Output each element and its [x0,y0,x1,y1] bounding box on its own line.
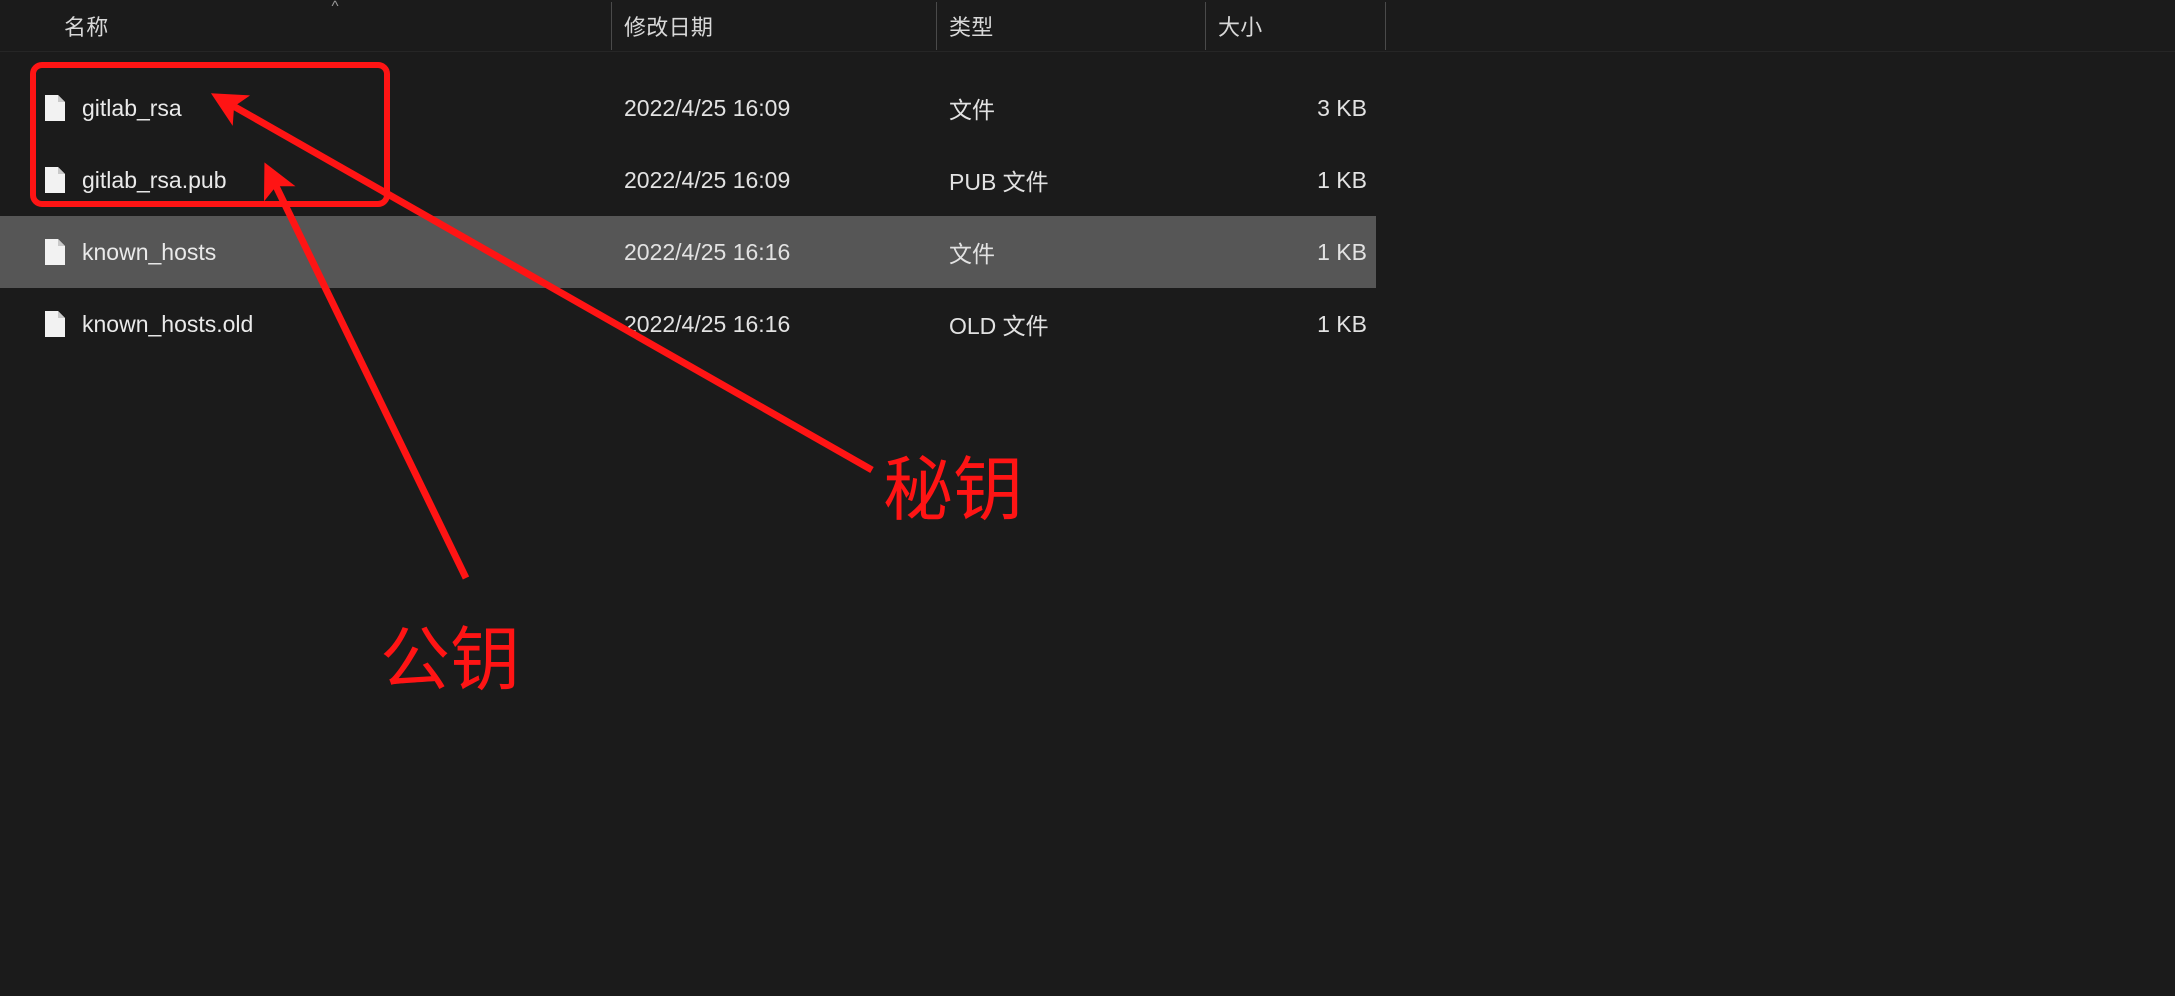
table-row[interactable]: gitlab_rsa 2022/4/25 16:09 文件 3 KB [0,72,1376,144]
column-header-name[interactable]: 名称 [0,0,611,52]
file-size-cell: 3 KB [1205,72,1385,144]
file-date-label: 2022/4/25 16:16 [624,238,791,265]
column-divider-2[interactable] [936,2,937,50]
annotation-label-public-key: 公钥 [380,619,520,701]
annotation-label-private-key: 秘钥 [883,449,1023,531]
file-size-cell: 1 KB [1205,288,1385,360]
file-type-cell: 文件 [936,216,1205,288]
column-header-type[interactable]: 类型 [936,0,1205,52]
file-size-label: 1 KB [1317,166,1367,193]
file-date-cell: 2022/4/25 16:09 [611,72,936,144]
file-size-label: 3 KB [1317,94,1367,121]
file-name-cell[interactable]: gitlab_rsa [0,72,611,144]
file-icon [45,239,65,265]
file-name-cell[interactable]: gitlab_rsa.pub [0,144,611,216]
file-type-cell: PUB 文件 [936,144,1205,216]
column-header-bar: 名称 ^ 修改日期 类型 大小 [0,0,2175,52]
table-row[interactable]: known_hosts 2022/4/25 16:16 文件 1 KB [0,216,1376,288]
file-icon [45,167,65,193]
file-icon [45,95,65,121]
file-name-cell[interactable]: known_hosts [0,216,611,288]
file-type-cell: OLD 文件 [936,288,1205,360]
column-header-size[interactable]: 大小 [1205,0,1385,52]
file-name-label: gitlab_rsa [82,94,182,121]
file-date-label: 2022/4/25 16:16 [624,310,791,337]
file-size-cell: 1 KB [1205,216,1385,288]
column-header-date-modified-label: 修改日期 [624,15,714,40]
file-date-label: 2022/4/25 16:09 [624,166,791,193]
column-divider-4[interactable] [1385,2,1386,50]
column-header-name-label: 名称 [64,15,109,40]
header-separator-line [0,51,2175,52]
column-divider-1[interactable] [611,2,612,50]
file-size-label: 1 KB [1317,310,1367,337]
file-type-label: OLD 文件 [949,313,1049,339]
file-name-cell[interactable]: known_hosts.old [0,288,611,360]
file-date-cell: 2022/4/25 16:16 [611,288,936,360]
column-header-type-label: 类型 [949,15,994,40]
file-size-cell: 1 KB [1205,144,1385,216]
column-header-date-modified[interactable]: 修改日期 [611,0,936,52]
file-type-label: 文件 [949,241,995,267]
column-header-size-label: 大小 [1218,15,1263,40]
file-size-label: 1 KB [1317,238,1367,265]
file-type-cell: 文件 [936,72,1205,144]
file-type-label: 文件 [949,97,995,123]
column-divider-3[interactable] [1205,2,1206,50]
file-date-cell: 2022/4/25 16:09 [611,144,936,216]
sort-ascending-icon[interactable]: ^ [325,0,345,14]
table-row[interactable]: gitlab_rsa.pub 2022/4/25 16:09 PUB 文件 1 KB [0,144,1376,216]
table-row[interactable]: known_hosts.old 2022/4/25 16:16 OLD 文件 1 KB [0,288,1376,360]
file-name-label: known_hosts.old [82,310,254,337]
file-name-label: gitlab_rsa.pub [82,166,227,193]
file-name-label: known_hosts [82,238,217,265]
file-icon [45,311,65,337]
file-explorer-list-view: 名称 ^ 修改日期 类型 大小 gitlab_rsa 2022/4/25 16:0… [0,0,2175,996]
file-date-label: 2022/4/25 16:09 [624,94,791,121]
file-type-label: PUB 文件 [949,169,1049,195]
file-date-cell: 2022/4/25 16:16 [611,216,936,288]
